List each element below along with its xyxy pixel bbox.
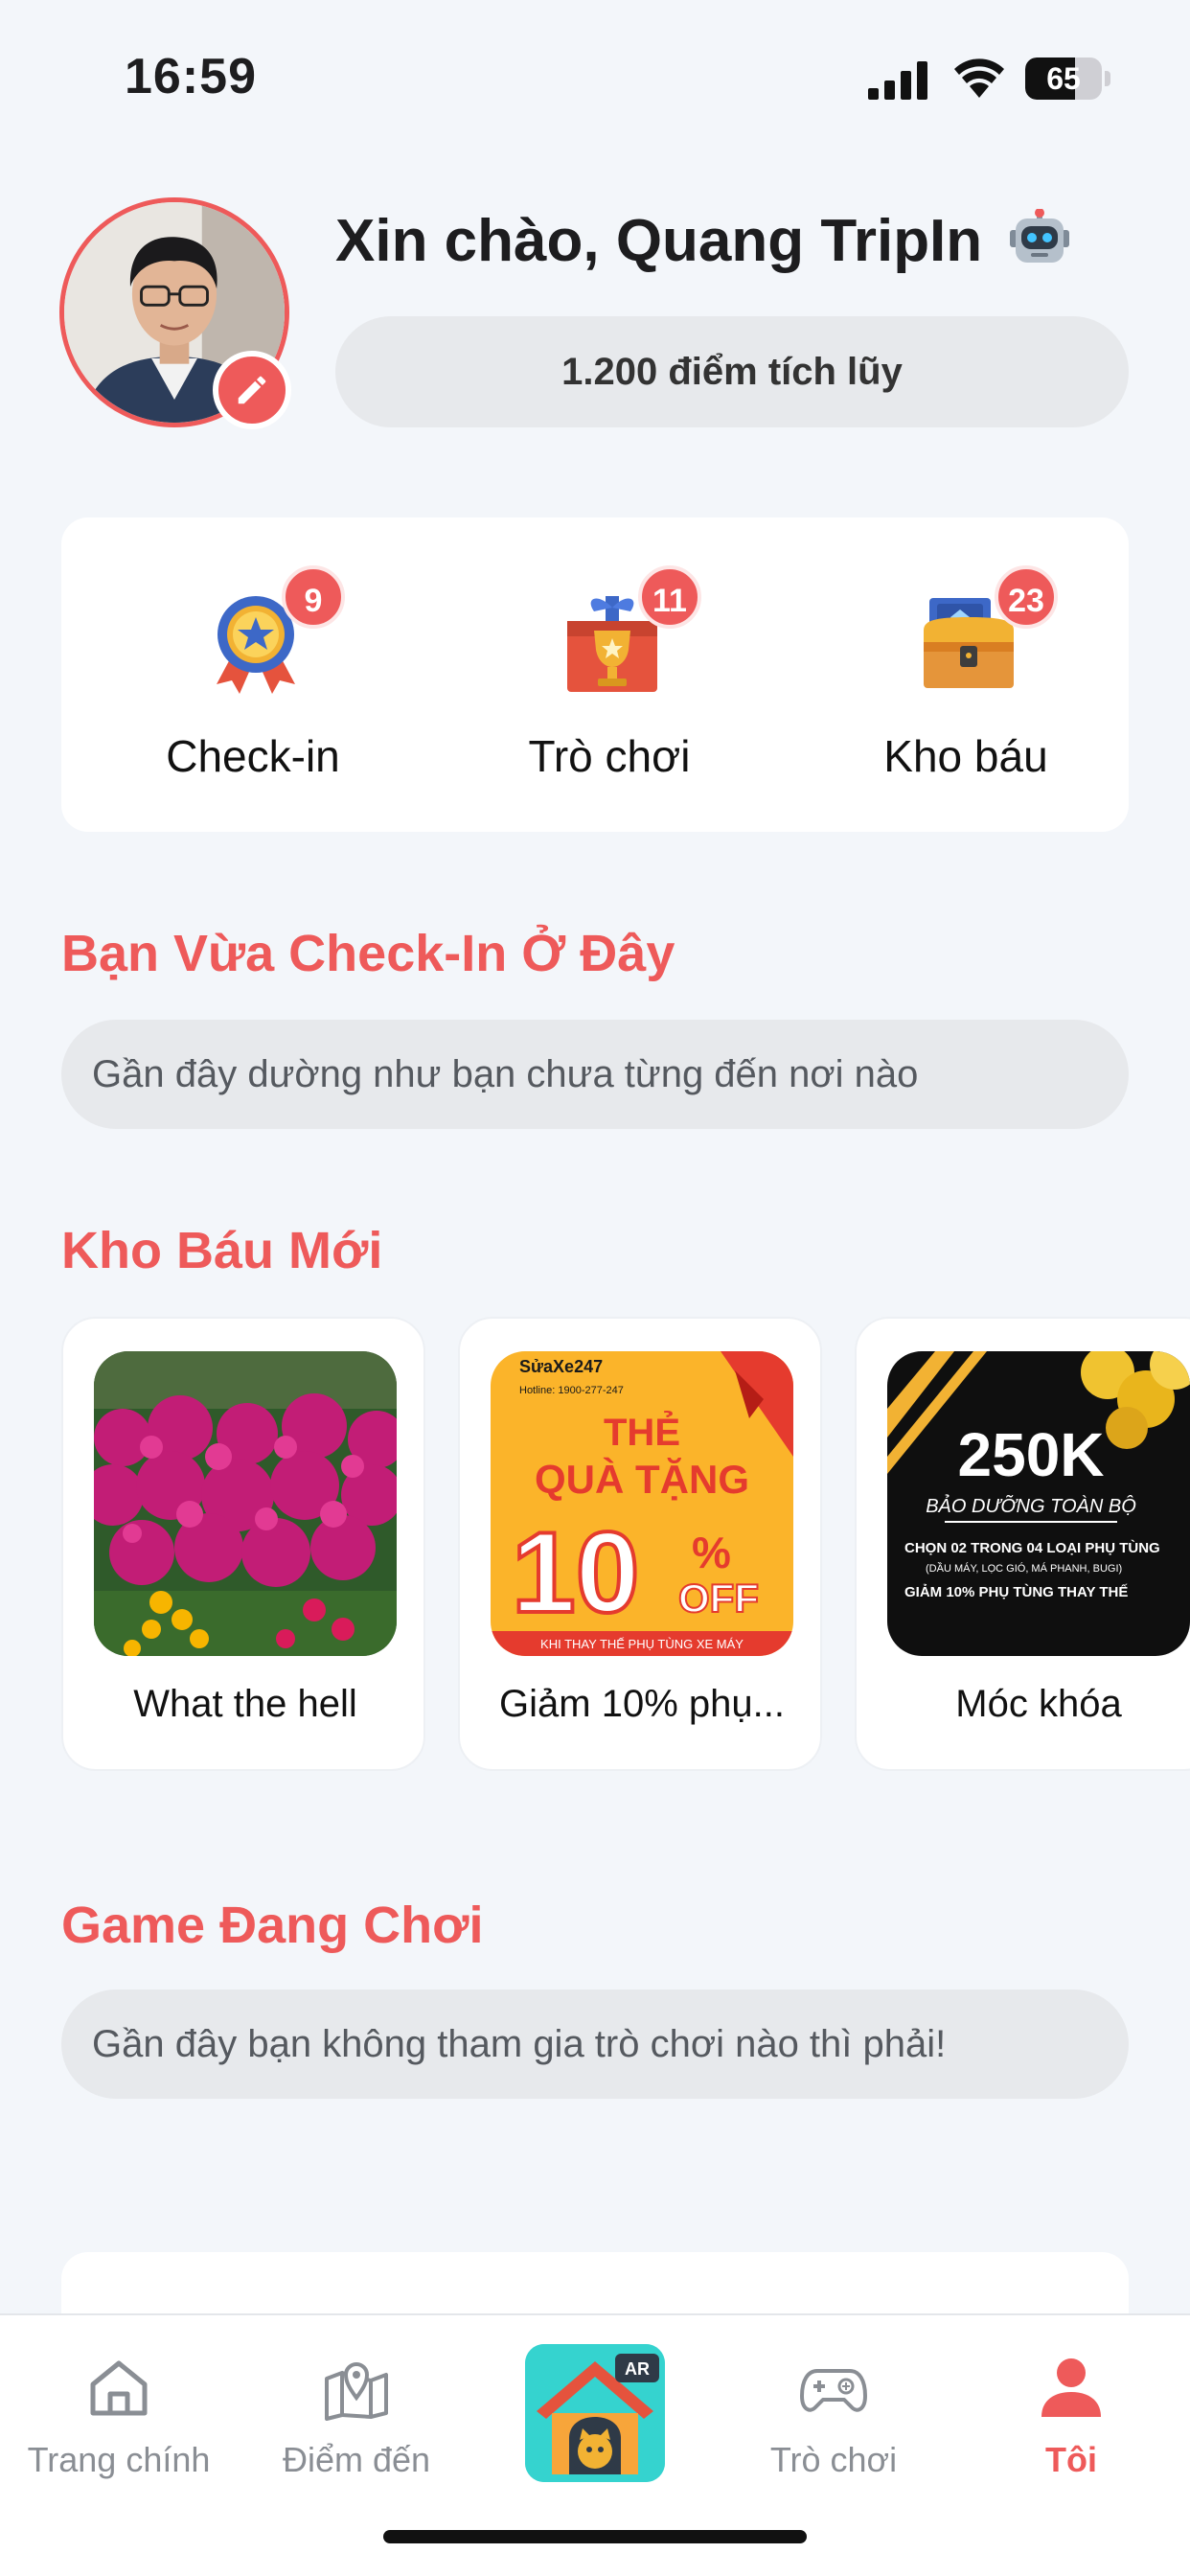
home-icon bbox=[90, 2360, 148, 2416]
status-bar: 16:59 65 bbox=[0, 0, 1190, 153]
new-treasures-title: Kho Báu Mới bbox=[61, 1222, 383, 1279]
tab-destinations[interactable]: Điểm đến bbox=[238, 2315, 475, 2507]
quick-actions-card: 9 Check-in 11 Trò chơi 23 Kho báu bbox=[61, 518, 1129, 832]
treasure-image-service-offer: 250K BẢO DƯỠNG TOÀN BỘ CHỌN 02 TRONG 04 … bbox=[887, 1351, 1190, 1656]
battery-indicator: 65 bbox=[1025, 58, 1110, 100]
tab-home[interactable]: Trang chính bbox=[0, 2315, 238, 2507]
voucher-off: OFF bbox=[678, 1576, 759, 1621]
offer-line-1b: (DẦU MÁY, LỌC GIÓ, MÁ PHANH, BUGI) bbox=[926, 1562, 1122, 1575]
ar-cat-house-icon: AR bbox=[525, 2344, 665, 2482]
offer-line-2: GIẢM 10% PHỤ TÙNG THAY THẾ bbox=[904, 1583, 1128, 1600]
greeting-text: Xin chào, Quang TripIn bbox=[335, 208, 983, 274]
home-indicator bbox=[383, 2530, 807, 2543]
cellular-signal-icon bbox=[868, 61, 927, 100]
edit-avatar-button[interactable] bbox=[213, 351, 291, 429]
playing-games-title: Game Đang Chơi bbox=[61, 1897, 484, 1954]
voucher-footer: KHI THAY THẾ PHỤ TÙNG XE MÁY bbox=[540, 1637, 744, 1651]
pencil-icon bbox=[238, 376, 266, 404]
wifi-icon bbox=[954, 58, 1004, 98]
quick-action-check-in[interactable]: 9 Check-in bbox=[109, 518, 397, 832]
offer-amount: 250K bbox=[958, 1420, 1105, 1489]
recent-checkins-title: Bạn Vừa Check-In Ở Đây bbox=[61, 925, 675, 982]
quick-action-games[interactable]: 11 Trò chơi bbox=[466, 518, 753, 832]
treasure-image-flowers bbox=[94, 1351, 397, 1656]
voucher-title-2: QUÀ TẶNG bbox=[535, 1457, 749, 1502]
greeting-title: Xin chào, Quang TripIn bbox=[335, 207, 1071, 275]
quick-action-label: Kho báu bbox=[883, 731, 1048, 781]
voucher-brand: SửaXe247 bbox=[519, 1357, 603, 1376]
voucher-title-1: THẺ bbox=[604, 1410, 680, 1454]
games-count-badge: 11 bbox=[638, 565, 701, 629]
tab-games[interactable]: Trò chơi bbox=[715, 2315, 952, 2507]
offer-line-1: CHỌN 02 TRONG 04 LOẠI PHỤ TÙNG bbox=[904, 1539, 1160, 1556]
tab-label: Trò chơi bbox=[769, 2440, 898, 2479]
playing-games-empty-state: Gần đây bạn không tham gia trò chơi nào … bbox=[61, 1990, 1129, 2099]
tab-profile[interactable]: Tôi bbox=[952, 2315, 1190, 2507]
map-pin-icon bbox=[325, 2362, 388, 2421]
ar-badge: AR bbox=[625, 2359, 650, 2379]
user-icon bbox=[1041, 2358, 1101, 2417]
voucher-discount: 10 bbox=[512, 1508, 639, 1637]
treasure-count-badge: 23 bbox=[995, 565, 1058, 629]
quick-action-label: Trò chơi bbox=[528, 731, 691, 781]
treasure-card-label: What the hell bbox=[133, 1683, 357, 1725]
status-time: 16:59 bbox=[125, 49, 257, 104]
battery-percent: 65 bbox=[1046, 61, 1081, 96]
treasure-card[interactable]: What the hell bbox=[61, 1317, 425, 1771]
quick-action-label: Check-in bbox=[166, 731, 340, 781]
treasure-card[interactable]: 250K BẢO DƯỠNG TOÀN BỘ CHỌN 02 TRONG 04 … bbox=[855, 1317, 1190, 1771]
tab-label: Trang chính bbox=[27, 2440, 211, 2479]
ar-camera-button[interactable]: AR bbox=[525, 2344, 665, 2482]
treasure-image-voucher: SửaXe247 Hotline: 1900-277-247 THẺ QUÀ T… bbox=[491, 1351, 793, 1656]
treasure-card-label: Giảm 10% phụ... bbox=[499, 1683, 785, 1725]
points-balance[interactable]: 1.200 điểm tích lũy bbox=[335, 316, 1129, 427]
quick-action-treasure[interactable]: 23 Kho báu bbox=[822, 518, 1110, 832]
check-in-count-badge: 9 bbox=[282, 565, 345, 629]
robot-icon bbox=[1010, 209, 1070, 263]
gamepad-icon bbox=[800, 2369, 867, 2412]
voucher-percent: % bbox=[692, 1528, 731, 1577]
treasure-card[interactable]: SửaXe247 Hotline: 1900-277-247 THẺ QUÀ T… bbox=[458, 1317, 822, 1771]
recent-checkins-empty-state: Gần đây dường như bạn chưa từng đến nơi … bbox=[61, 1020, 1129, 1129]
profile-avatar-container bbox=[59, 197, 291, 429]
treasure-card-label: Móc khóa bbox=[955, 1683, 1122, 1725]
voucher-hotline: Hotline: 1900-277-247 bbox=[519, 1385, 624, 1396]
tab-label: Tôi bbox=[1045, 2440, 1097, 2479]
tab-label: Điểm đến bbox=[282, 2440, 431, 2479]
offer-subtitle: BẢO DƯỠNG TOÀN BỘ bbox=[926, 1494, 1136, 1517]
